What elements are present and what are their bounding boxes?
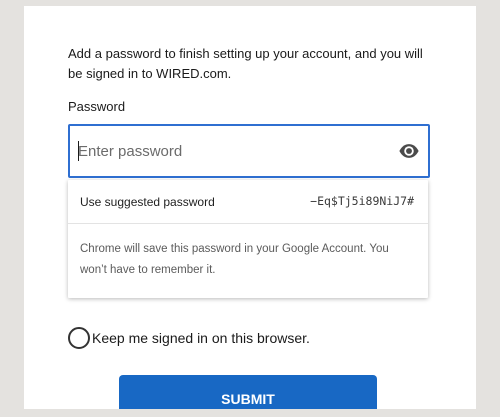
suggested-password-label: Use suggested password — [80, 195, 215, 209]
eye-icon[interactable] — [398, 140, 420, 162]
password-label: Password — [68, 99, 126, 114]
keep-signed-in-label: Keep me signed in on this browser. — [92, 330, 310, 346]
suggested-password-value: −Eq$Tj5i89NiJ7# — [310, 194, 414, 208]
intro-text: Add a password to finish setting up your… — [68, 46, 423, 81]
password-input[interactable] — [78, 126, 388, 176]
keep-signed-in-checkbox[interactable] — [68, 327, 90, 349]
use-suggested-password-option[interactable]: Use suggested password −Eq$Tj5i89NiJ7# — [68, 180, 428, 224]
password-field[interactable] — [68, 124, 430, 178]
text-caret — [78, 141, 79, 161]
password-save-note: Chrome will save this password in your G… — [80, 243, 389, 276]
suggested-password-popup: Use suggested password −Eq$Tj5i89NiJ7# C… — [68, 180, 428, 298]
bottom-frame — [0, 409, 500, 417]
